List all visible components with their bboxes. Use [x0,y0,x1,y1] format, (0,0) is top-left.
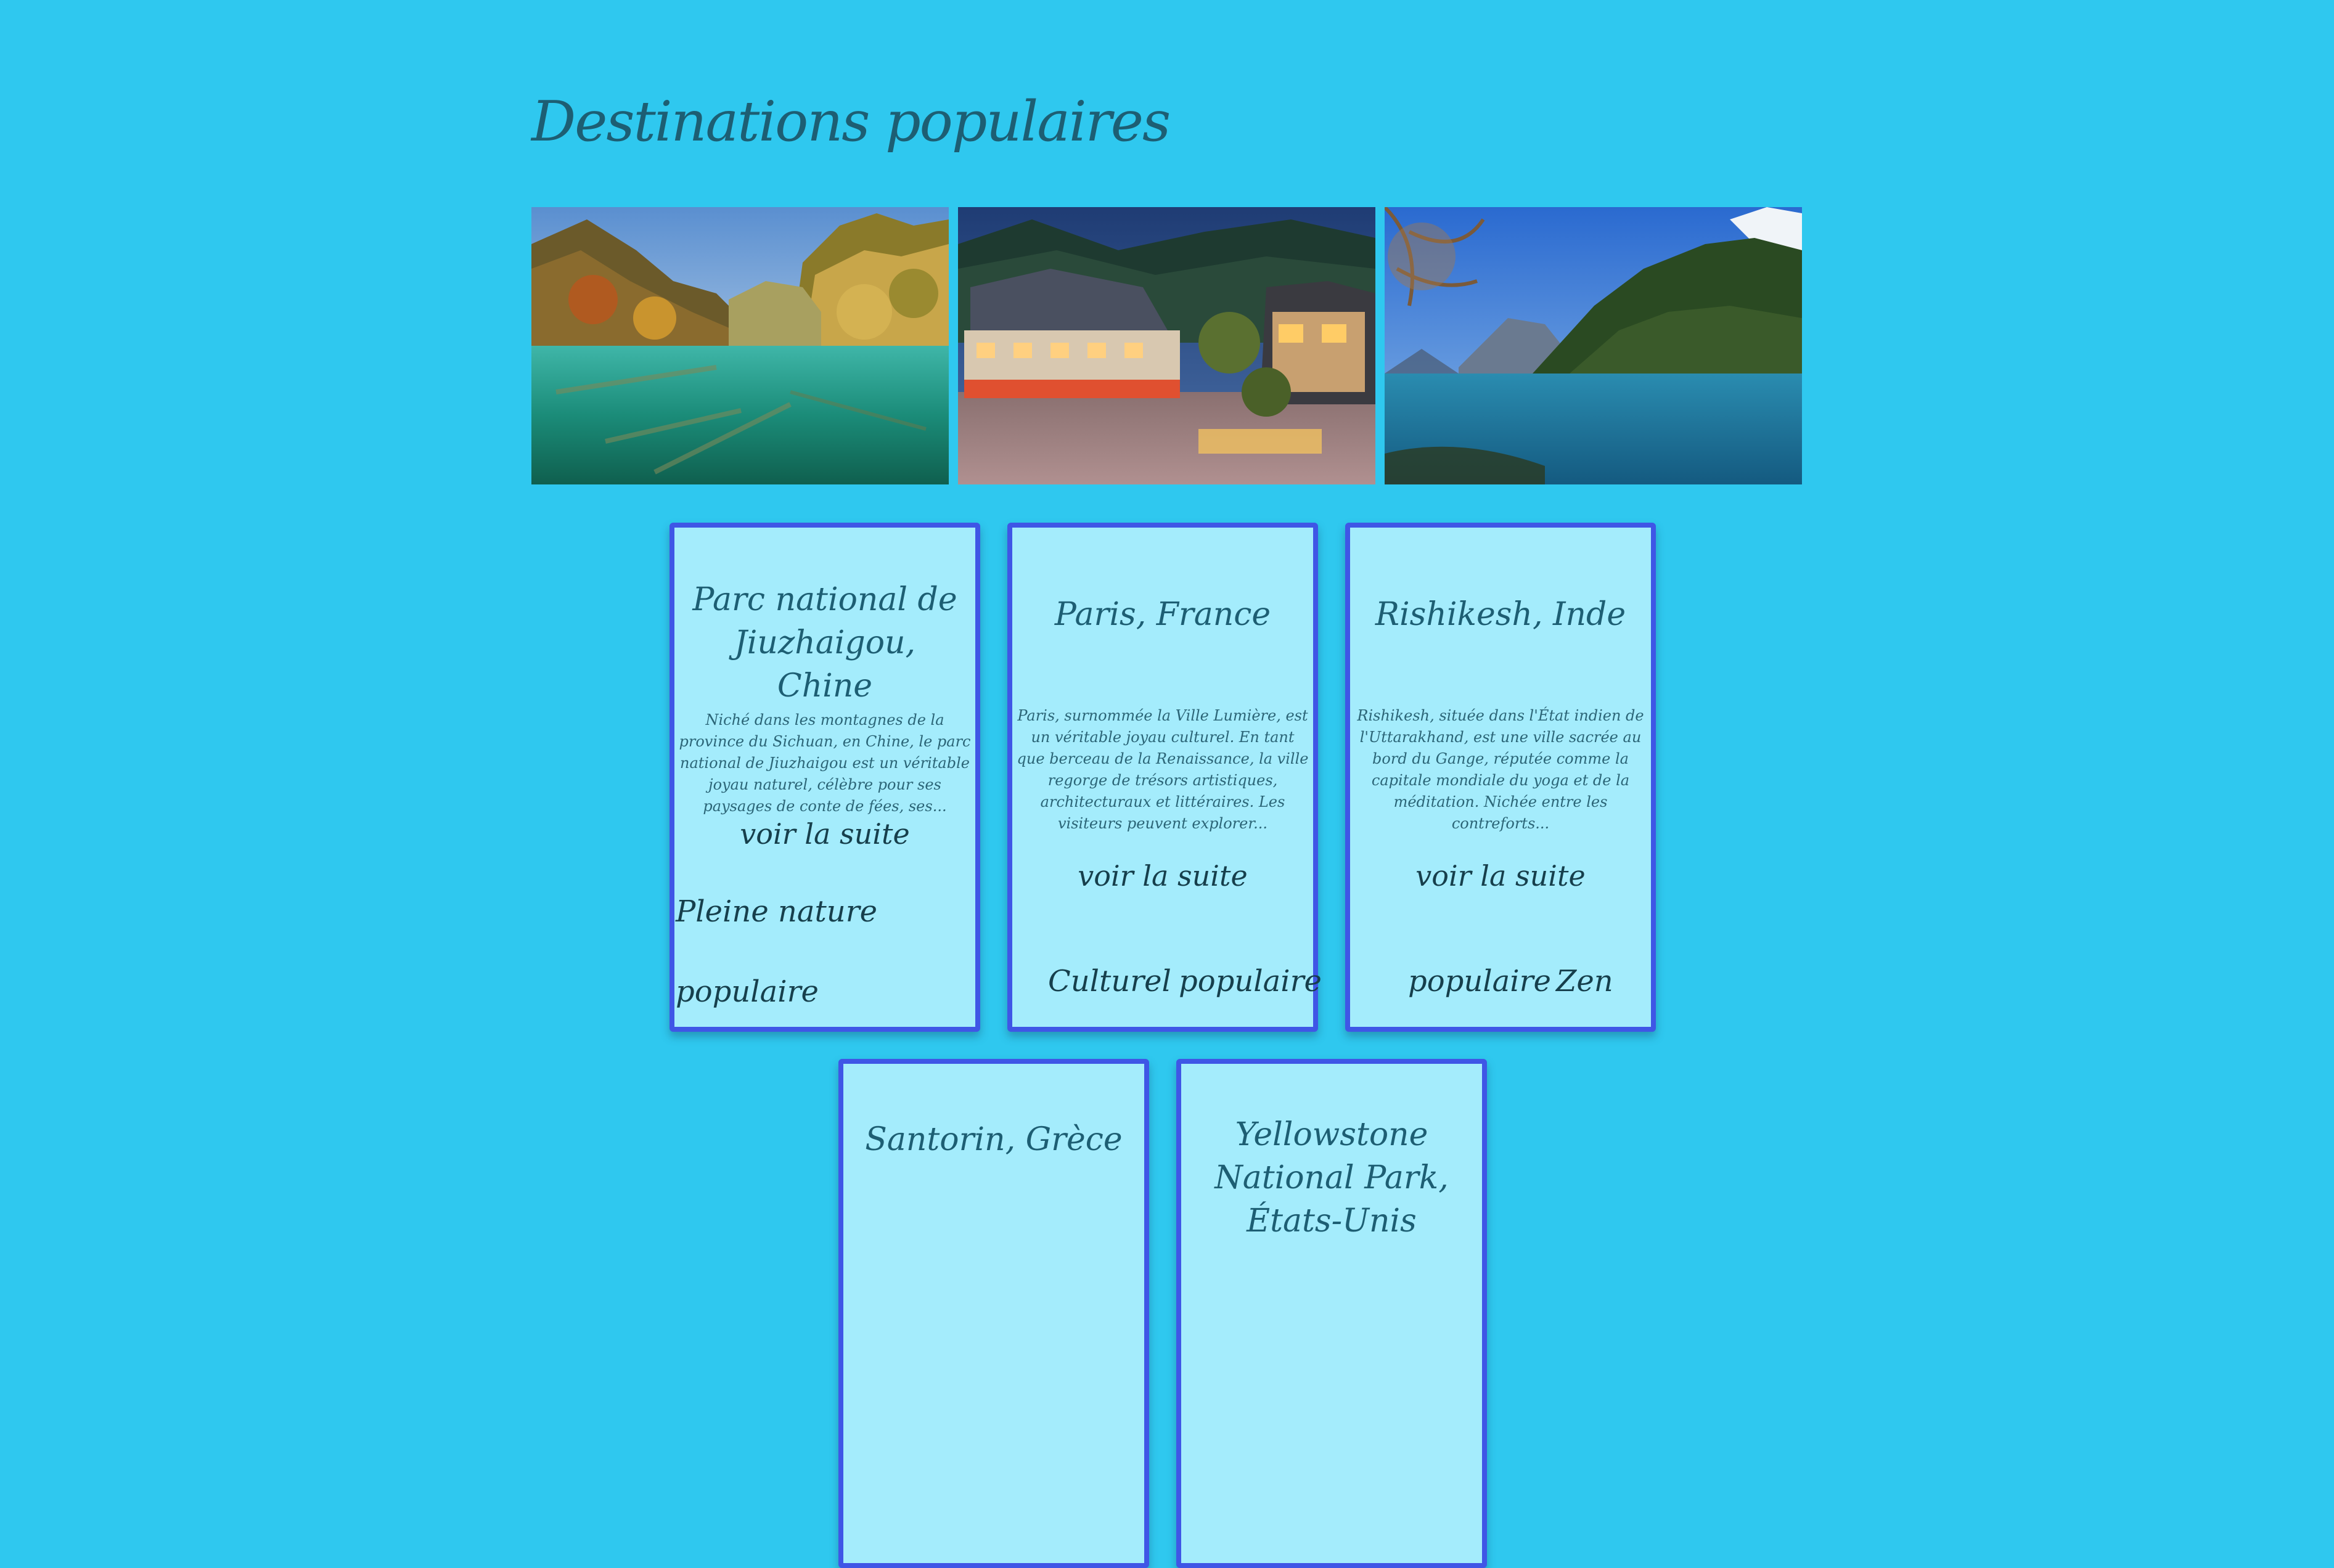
card-title: Rishikesh, Inde [1375,596,1626,633]
jiuzhaigou-photo[interactable] [531,207,949,484]
destination-card-paris[interactable]: Paris, France Paris, surnommée la Ville … [1007,523,1322,1032]
destination-card-jiuzhaigou[interactable]: Parc national de Jiuzhaigou, Chine Niché… [669,523,980,1032]
destination-card-rishikesh[interactable]: Rishikesh, Inde Rishikesh, située dans l… [1345,523,1656,1032]
tag-populaire: populaire [1408,964,1551,998]
card-title: Parc national de Jiuzhaigou, Chine [692,581,957,704]
tag-culturel: Culturel [1048,964,1171,998]
card-description: Niché dans les montagnes de la province … [679,711,971,815]
card-title: Paris, France [1054,596,1271,633]
tag-populaire: populaire [676,974,819,1009]
destination-card-yellowstone[interactable]: Yellowstone National Park, États-Unis [1176,1059,1487,1568]
mountain-lake-photo[interactable] [1385,207,1802,484]
tag-pleine-nature: Pleine nature [676,894,878,929]
card-description: Rishikesh, située dans l'État indien de … [1357,707,1644,832]
read-more-link[interactable]: voir la suite [1012,859,1313,892]
read-more-link[interactable]: voir la suite [674,817,975,851]
card-title: Yellowstone National Park, États-Unis [1214,1116,1449,1239]
tag-zen: Zen [1556,964,1613,998]
read-more-link[interactable]: voir la suite [1350,859,1651,892]
tag-populaire: populaire [1179,964,1322,998]
card-description: Paris, surnommée la Ville Lumière, est u… [1017,707,1309,832]
card-title: Santorin, Grèce [865,1121,1123,1158]
town-photo[interactable] [958,207,1375,484]
destination-card-santorin[interactable]: Santorin, Grèce [838,1059,1149,1568]
page-title: Destinations populaires [531,89,1171,154]
